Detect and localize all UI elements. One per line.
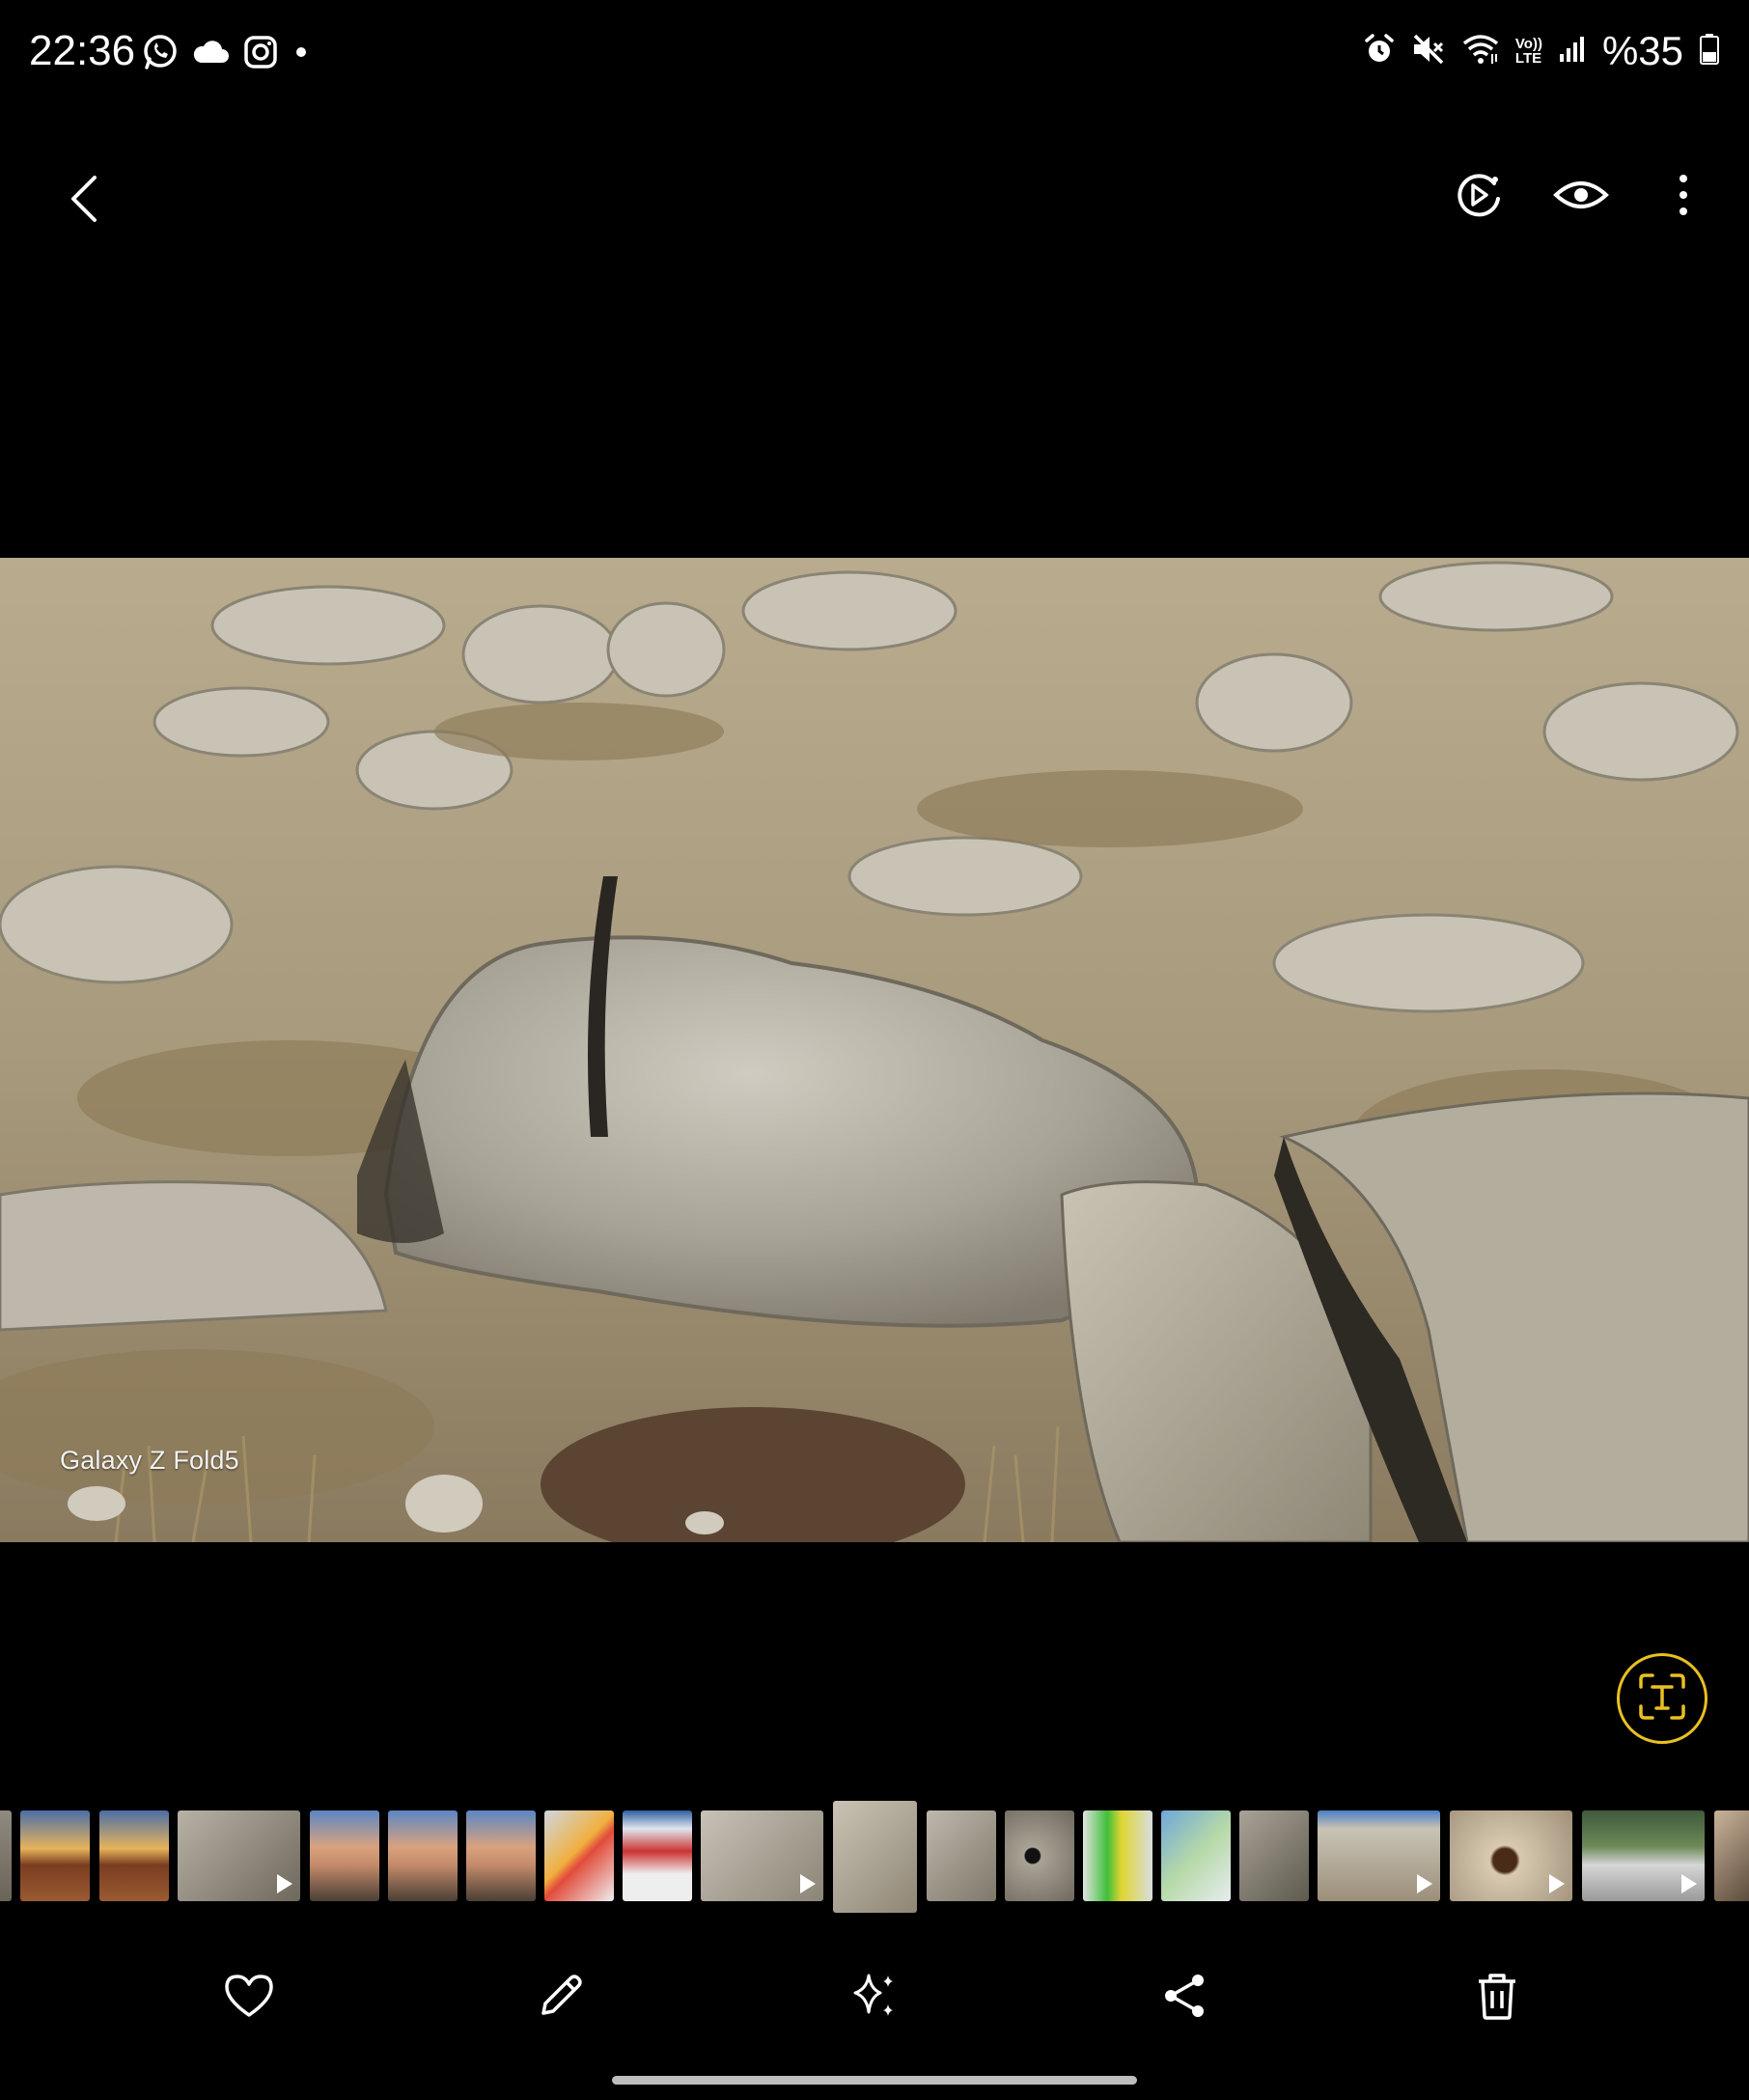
more-options-button[interactable] [1656,170,1710,224]
remaster-video-button[interactable] [1452,170,1506,224]
volte-label-bottom: LTE [1514,50,1542,67]
alarm-icon [1363,33,1396,70]
filmstrip-thumbnail[interactable] [1083,1810,1152,1901]
play-icon [1417,1874,1432,1893]
filmstrip-thumbnail[interactable] [1582,1810,1705,1901]
play-icon [1549,1874,1565,1893]
filmstrip-thumbnail[interactable] [1318,1810,1440,1901]
favorite-button[interactable] [220,1969,278,2027]
status-right-icons: Vo)) LTE %35 [1363,27,1720,75]
heart-icon [223,1973,275,2024]
main-photo[interactable] [0,558,1749,1542]
filmstrip-thumbnail[interactable] [544,1810,614,1901]
more-vert-icon [1677,173,1690,222]
filmstrip-thumbnail[interactable] [178,1810,300,1901]
camera-watermark: Galaxy Z Fold5 [60,1446,239,1475]
battery-icon [1699,33,1720,70]
filmstrip-thumbnail[interactable] [0,1810,12,1901]
filmstrip-thumbnail[interactable] [1239,1810,1309,1901]
volte-label-top: Vo)) [1514,36,1542,52]
back-button[interactable] [58,168,116,230]
play-icon [277,1874,292,1893]
instagram-icon [243,35,278,74]
filmstrip-thumbnail-selected[interactable] [833,1801,917,1913]
viewer-top-bar [0,145,1749,251]
view-button[interactable] [1553,170,1609,224]
filmstrip-thumbnail[interactable] [99,1810,169,1901]
share-button[interactable] [1155,1969,1213,2027]
filmstrip-thumbnail[interactable] [1161,1810,1231,1901]
eye-icon [1553,176,1609,219]
extract-text-button[interactable] [1617,1653,1707,1744]
play-icon [1681,1874,1697,1893]
mute-icon [1411,33,1446,70]
battery-percentage: %35 [1601,28,1683,73]
viewer-top-actions [1452,170,1710,224]
volte-icon: Vo)) LTE [1515,37,1542,66]
ai-edit-button[interactable] [845,1969,902,2027]
edit-button[interactable] [532,1969,590,2027]
remaster-video-icon [1454,170,1504,225]
trash-icon [1475,1970,1519,2027]
filmstrip-thumbnail[interactable] [701,1810,823,1901]
filmstrip-thumbnail[interactable] [623,1810,692,1901]
cloud-icon [193,38,230,71]
dot-icon [292,42,311,67]
viewer-bottom-bar [0,1959,1749,2046]
text-extract-icon [1635,1670,1689,1728]
filmstrip-thumbnail[interactable] [1005,1810,1074,1901]
status-bar: 22:36 Vo)) LTE %35 [0,0,1749,106]
signal-icon [1558,35,1587,69]
status-time: 22:36 [29,27,136,74]
whatsapp-icon [141,33,180,76]
status-left-icons [141,33,311,76]
sparkle-icon [847,1970,900,2027]
filmstrip-thumbnail[interactable] [20,1810,90,1901]
filmstrip-thumbnail[interactable] [927,1810,996,1901]
delete-button[interactable] [1468,1969,1526,2027]
home-indicator[interactable] [612,2076,1137,2085]
filmstrip-thumbnail[interactable] [1450,1810,1572,1901]
filmstrip-thumbnail[interactable] [388,1810,458,1901]
filmstrip-thumbnail[interactable] [310,1810,379,1901]
filmstrip-thumbnail[interactable] [1714,1810,1749,1901]
chevron-left-icon [58,176,116,234]
filmstrip [0,1801,1749,1915]
pencil-icon [536,1971,586,2026]
filmstrip-thumbnail[interactable] [466,1810,536,1901]
play-icon [800,1874,816,1893]
wifi-icon [1461,33,1500,70]
share-icon [1161,1971,1208,2026]
